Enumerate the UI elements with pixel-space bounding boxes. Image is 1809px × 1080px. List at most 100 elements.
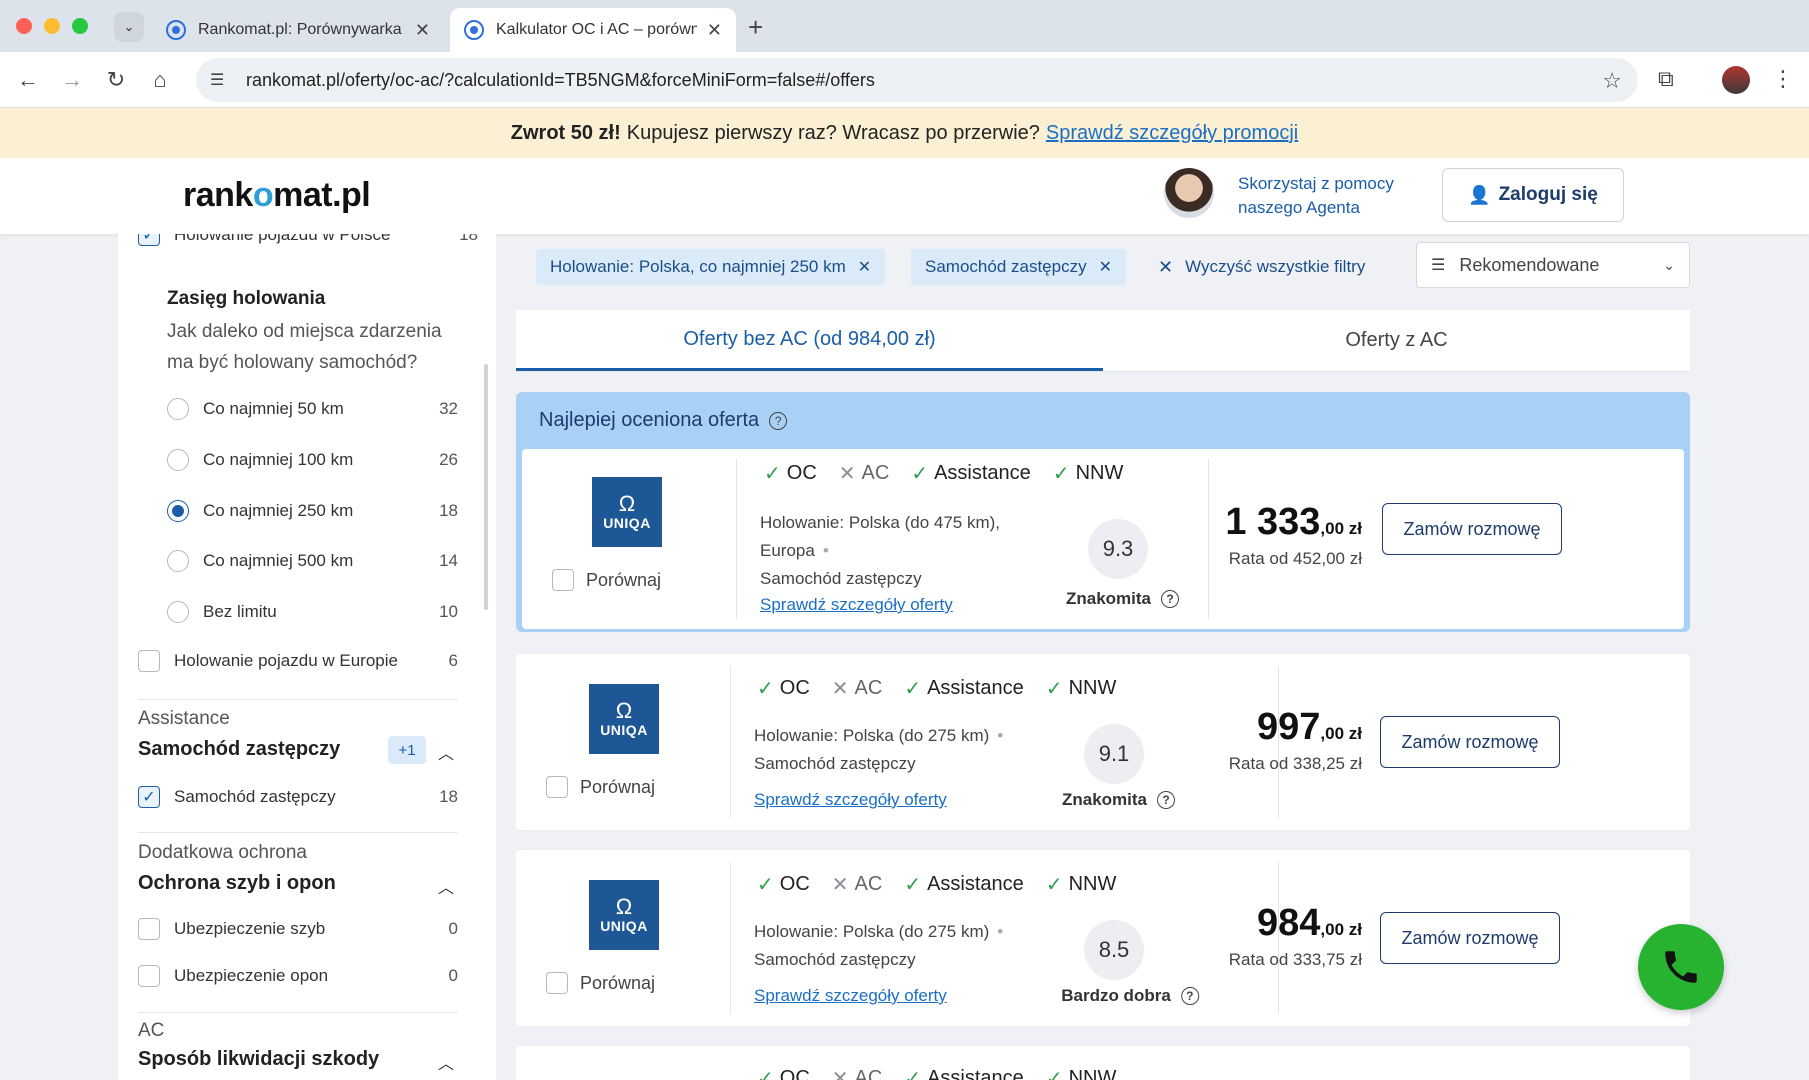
offer-details-link[interactable]: Sprawdź szczegóły oferty bbox=[754, 790, 947, 810]
tab-title: Rankomat.pl: Porównywarka C bbox=[198, 21, 405, 38]
check-icon: ✓ bbox=[757, 874, 774, 896]
order-call-button[interactable]: Zamów rozmowę bbox=[1380, 716, 1560, 768]
offer-score: 9.3 bbox=[1088, 519, 1148, 579]
extra-section-label: Dodatkowa ochrona bbox=[138, 842, 307, 863]
close-window-button[interactable] bbox=[16, 18, 32, 34]
range-option-250[interactable]: Co najmniej 250 km 18 bbox=[167, 500, 458, 522]
order-call-button[interactable]: Zamów rozmowę bbox=[1380, 912, 1560, 964]
filter-tire-insurance[interactable]: Ubezpieczenie opon 0 bbox=[138, 965, 458, 987]
home-icon[interactable]: ⌂ bbox=[146, 66, 174, 94]
checkbox-icon[interactable] bbox=[138, 650, 160, 672]
best-offer-heading: Najlepiej oceniona oferta ? bbox=[539, 409, 788, 432]
extra-section-heading[interactable]: Ochrona szyb i opon bbox=[138, 872, 336, 895]
uniqa-logo: Ω UNIQA bbox=[589, 880, 659, 950]
help-question-icon[interactable]: ? bbox=[1180, 987, 1199, 1005]
help-question-icon[interactable]: ? bbox=[1161, 590, 1180, 608]
coverage-nnw: ✓ NNW bbox=[1045, 677, 1117, 700]
bookmark-star-icon[interactable]: ☆ bbox=[1602, 68, 1622, 94]
browser-tab-rankomat[interactable]: Rankomat.pl: Porównywarka C ✕ bbox=[152, 8, 444, 52]
radio-selected-icon[interactable] bbox=[167, 500, 189, 522]
checkbox-icon[interactable] bbox=[546, 776, 568, 798]
offer-card: ✓ OC ✕ AC ✓ Assistance ✓ NNW bbox=[516, 1046, 1690, 1080]
compare-checkbox[interactable]: Porównaj bbox=[546, 972, 655, 994]
check-icon: ✓ bbox=[904, 1068, 922, 1080]
coverage-list: ✓ OC ✕ AC ✓ Assistance ✓ NNW bbox=[757, 1066, 1138, 1080]
offer-details-link[interactable]: Sprawdź szczegóły oferty bbox=[760, 595, 953, 615]
tab-list-chevron-icon[interactable]: ⌄ bbox=[114, 12, 144, 42]
remove-chip-icon[interactable]: ✕ bbox=[858, 257, 871, 277]
address-bar[interactable]: ☰ rankomat.pl/oferty/oc-ac/?calculationI… bbox=[196, 58, 1638, 102]
filter-replacement-car[interactable]: ✓ Samochód zastępczy 18 bbox=[138, 786, 458, 808]
check-icon: ✓ bbox=[757, 678, 774, 700]
filter-glass-insurance[interactable]: Ubezpieczenie szyb 0 bbox=[138, 918, 458, 940]
checkbox-icon[interactable] bbox=[552, 569, 574, 591]
sort-select[interactable]: ☰ Rekomendowane ⌄ bbox=[1416, 242, 1690, 288]
compare-checkbox[interactable]: Porównaj bbox=[552, 569, 661, 591]
sort-lines-icon: ☰ bbox=[1431, 257, 1446, 274]
check-icon: ✓ bbox=[1052, 463, 1070, 485]
uniqa-logo: Ω UNIQA bbox=[592, 477, 662, 547]
compare-checkbox[interactable]: Porównaj bbox=[546, 776, 655, 798]
maximize-window-button[interactable] bbox=[72, 18, 88, 34]
agent-help-link[interactable]: Skorzystaj z pomocy naszego Agenta bbox=[1238, 172, 1418, 220]
promo-link[interactable]: Sprawdź szczegóły promocji bbox=[1046, 122, 1298, 145]
extensions-puzzle-icon[interactable]: ⧉ bbox=[1658, 66, 1674, 92]
phone-call-button[interactable] bbox=[1638, 924, 1724, 1010]
tab-offers-without-ac[interactable]: Oferty bez AC (od 984,00 zł) bbox=[516, 310, 1103, 371]
chevron-up-icon[interactable]: ︿ bbox=[438, 740, 454, 764]
chevron-up-icon[interactable]: ︿ bbox=[438, 874, 454, 898]
checkbox-icon[interactable] bbox=[138, 918, 160, 940]
minimize-window-button[interactable] bbox=[44, 18, 60, 34]
radio-icon[interactable] bbox=[167, 398, 189, 420]
help-question-icon[interactable]: ? bbox=[1157, 791, 1176, 809]
coverage-oc: ✓ OC bbox=[757, 1066, 810, 1080]
coverage-list: ✓ OC ✕ AC ✓ Assistance ✓ NNW bbox=[764, 461, 1145, 486]
chevron-up-icon[interactable]: ︿ bbox=[438, 1050, 454, 1074]
checkbox-icon[interactable] bbox=[546, 972, 568, 994]
range-option-50[interactable]: Co najmniej 50 km 32 bbox=[167, 398, 458, 420]
filter-towing-europe[interactable]: Holowanie pojazdu w Europie 6 bbox=[138, 650, 458, 672]
reload-icon[interactable]: ↻ bbox=[102, 66, 130, 94]
profile-avatar[interactable] bbox=[1722, 66, 1750, 94]
assistance-section-heading[interactable]: Samochód zastępczy bbox=[138, 738, 340, 761]
filter-chip-towing[interactable]: Holowanie: Polska, co najmniej 250 km ✕ bbox=[536, 249, 886, 285]
browser-tab-kalkulator[interactable]: Kalkulator OC i AC – porówna ✕ bbox=[450, 8, 736, 52]
forward-arrow-icon[interactable]: → bbox=[58, 66, 86, 94]
tab-offers-with-ac[interactable]: Oferty z AC bbox=[1103, 310, 1690, 371]
rankomat-logo[interactable]: rankomat.pl bbox=[183, 176, 371, 215]
cross-icon: ✕ bbox=[831, 678, 849, 700]
checkbox-icon[interactable]: ✓ bbox=[138, 234, 160, 246]
login-button[interactable]: 👤 Zaloguj się bbox=[1442, 168, 1624, 222]
filter-towing-poland[interactable]: ✓ Holowanie pojazdu w Polsce 18 bbox=[138, 234, 478, 246]
radio-icon[interactable] bbox=[167, 449, 189, 471]
checkbox-checked-icon[interactable]: ✓ bbox=[138, 786, 160, 808]
best-offer-container: Najlepiej oceniona oferta ? Ω UNIQA Poró… bbox=[516, 392, 1690, 632]
offer-description: Holowanie: Polska (do 275 km) • Samochód … bbox=[754, 726, 1004, 773]
help-question-icon[interactable]: ? bbox=[769, 411, 788, 430]
range-option-100[interactable]: Co najmniej 100 km 26 bbox=[167, 449, 458, 471]
close-tab-icon[interactable]: ✕ bbox=[707, 20, 722, 41]
radio-icon[interactable] bbox=[167, 601, 189, 623]
sidebar-scrollbar[interactable] bbox=[484, 364, 488, 610]
radio-icon[interactable] bbox=[167, 550, 189, 572]
range-option-unlimited[interactable]: Bez limitu 10 bbox=[167, 601, 458, 623]
close-tab-icon[interactable]: ✕ bbox=[415, 20, 430, 41]
offer-details-link[interactable]: Sprawdź szczegóły oferty bbox=[754, 986, 947, 1006]
range-option-500[interactable]: Co najmniej 500 km 14 bbox=[167, 550, 458, 572]
clear-all-filters-button[interactable]: ✕ Wyczyść wszystkie filtry bbox=[1158, 249, 1365, 285]
agent-avatar[interactable] bbox=[1164, 168, 1214, 218]
site-header: rankomat.pl Skorzystaj z pomocy naszego … bbox=[0, 158, 1809, 234]
check-icon: ✓ bbox=[911, 463, 929, 485]
filter-chip-replacement-car[interactable]: Samochód zastępczy ✕ bbox=[911, 249, 1126, 285]
checkbox-icon[interactable] bbox=[138, 965, 160, 987]
ac-section-heading[interactable]: Sposób likwidacji szkody bbox=[138, 1048, 379, 1071]
coverage-oc: ✓ OC bbox=[757, 873, 810, 896]
check-icon: ✓ bbox=[764, 463, 781, 485]
order-call-button[interactable]: Zamów rozmowę bbox=[1382, 503, 1562, 555]
browser-menu-icon[interactable]: ⋮ bbox=[1772, 66, 1794, 92]
new-tab-plus-icon[interactable]: + bbox=[748, 12, 763, 43]
back-arrow-icon[interactable]: ← bbox=[14, 66, 42, 94]
site-settings-icon[interactable]: ☰ bbox=[210, 70, 238, 90]
remove-chip-icon[interactable]: ✕ bbox=[1099, 257, 1112, 277]
divider bbox=[138, 1012, 458, 1013]
